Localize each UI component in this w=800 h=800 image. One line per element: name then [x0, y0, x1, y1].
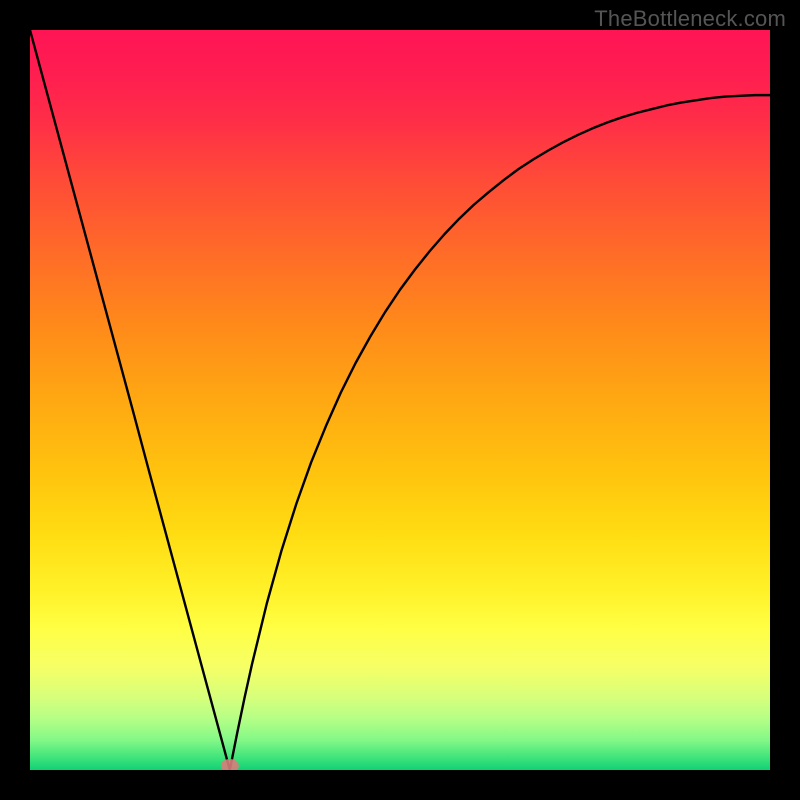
plot-area: [30, 30, 770, 770]
watermark-text: TheBottleneck.com: [594, 6, 786, 32]
gradient-background: [30, 30, 770, 770]
chart-frame: TheBottleneck.com: [0, 0, 800, 800]
chart-svg: [30, 30, 770, 770]
